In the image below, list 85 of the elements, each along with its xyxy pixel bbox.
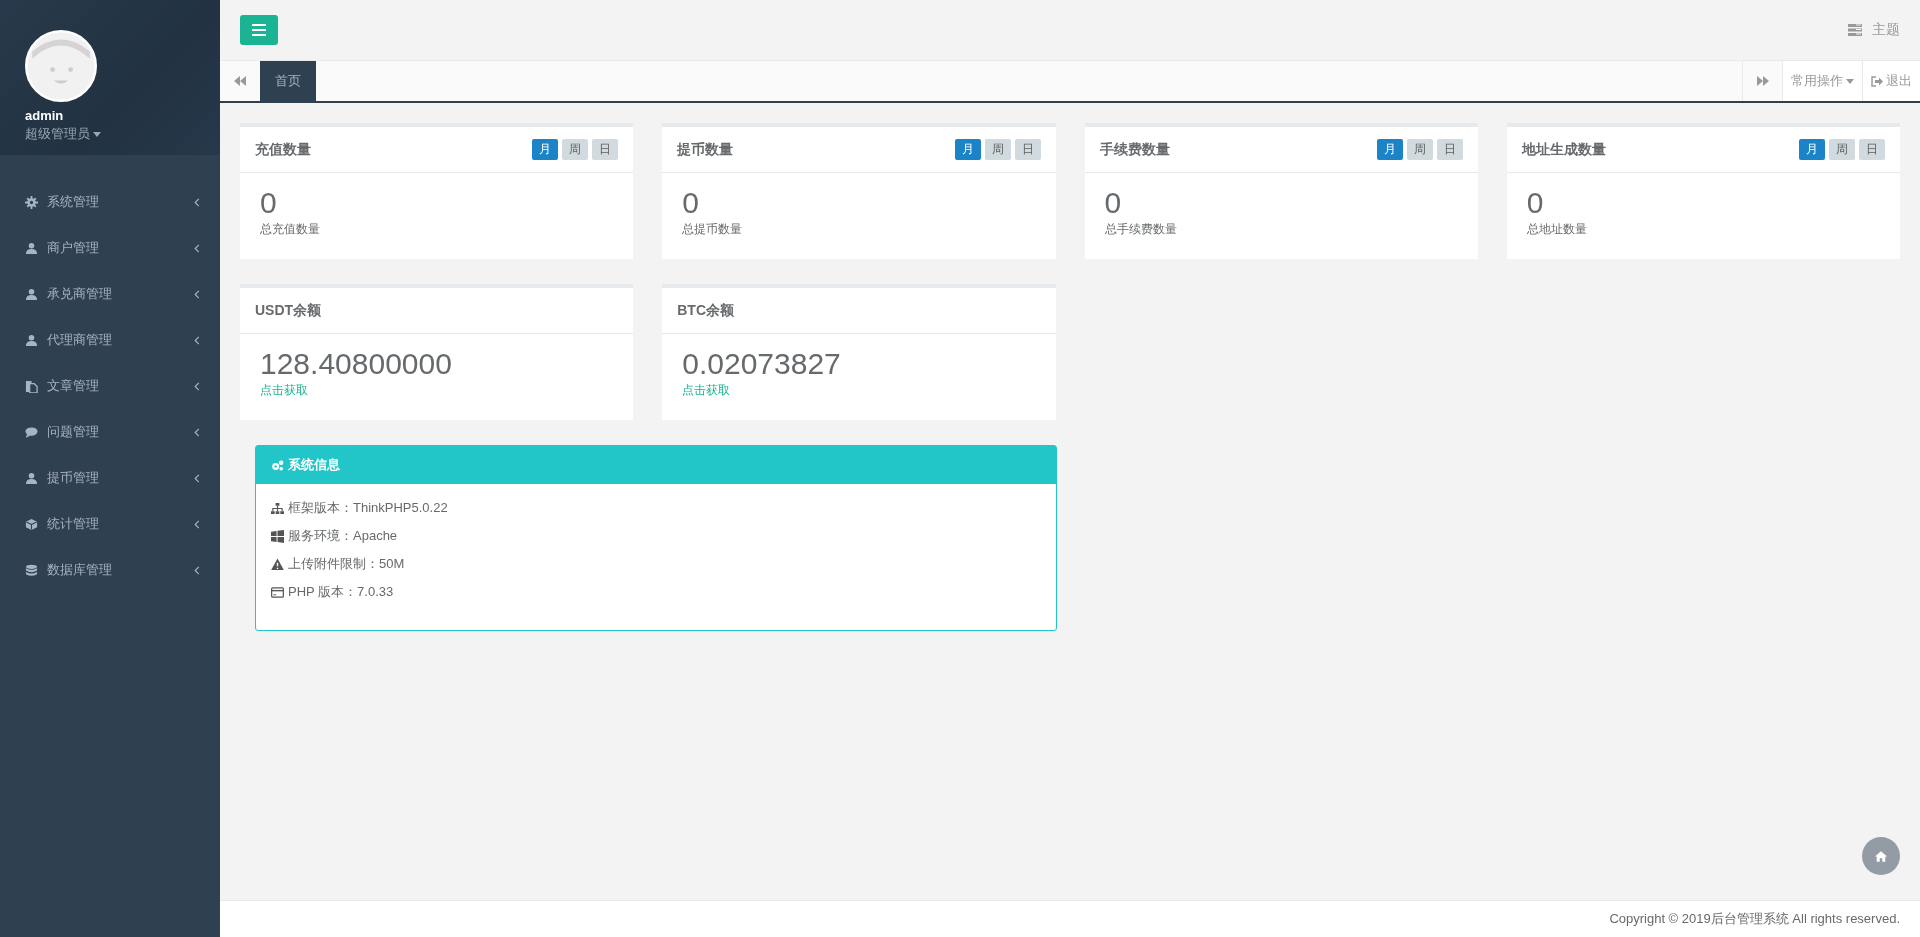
sign-out-icon [1871, 75, 1883, 87]
info-text: 服务环境：Apache [288, 527, 398, 545]
stat-value: 0 [1526, 187, 1544, 219]
info-text: PHP 版本：7.0.33 [288, 583, 394, 601]
caret-icon [1846, 78, 1854, 84]
user-icon [25, 333, 38, 347]
period-button[interactable]: 周 [1829, 139, 1855, 160]
menu-item[interactable]: 承兑商管理 [0, 271, 220, 317]
fetch-link[interactable]: 点击获取 [260, 382, 308, 399]
fetch-link[interactable]: 点击获取 [682, 382, 731, 399]
info-text: 框架版本：ThinkPHP5.0.22 [288, 499, 448, 517]
menu-item[interactable]: 提币管理 [0, 455, 220, 501]
menu-item[interactable]: 代理商管理 [0, 317, 220, 363]
windows-icon [271, 529, 284, 543]
chevron-left-icon [194, 335, 200, 345]
stat-value: 0 [260, 187, 277, 219]
balance-value: 0.02073827 [682, 348, 841, 380]
warning-icon [271, 557, 284, 571]
card-title: 提币数量 [677, 140, 734, 159]
balance-value: 128.40800000 [260, 348, 452, 380]
panel-title: 系统信息 [288, 456, 340, 474]
card-title: 地址生成数量 [1521, 140, 1606, 159]
home-button[interactable] [1862, 837, 1900, 875]
stat-caption: 总手续费数量 [1104, 221, 1177, 238]
theme-link[interactable]: 主题 [1848, 21, 1900, 39]
common-operations-dropdown[interactable]: 常用操作 [1782, 61, 1862, 101]
user-name: admin [25, 108, 64, 123]
gears-icon [271, 459, 284, 471]
backward-icon [234, 76, 246, 86]
role-dropdown[interactable]: 超级管理员 [25, 125, 101, 143]
user-icon [25, 287, 38, 301]
cube-icon [25, 517, 38, 531]
copyright-text: Copyright © 2019后台管理系统 All rights reserved. [1609, 910, 1900, 928]
period-button[interactable]: 日 [592, 139, 619, 160]
menu-button[interactable] [240, 15, 278, 45]
chevron-left-icon [194, 381, 200, 391]
card-title: USDT余额 [255, 301, 322, 320]
info-text: 上传附件限制：50M [288, 555, 405, 573]
period-button[interactable]: 周 [562, 139, 589, 160]
forward-icon [1756, 76, 1769, 86]
menu-item[interactable]: 统计管理 [0, 501, 220, 547]
menu-item[interactable]: 文章管理 [0, 363, 220, 409]
chevron-left-icon [194, 243, 200, 253]
stat-caption: 总提币数量 [682, 221, 743, 238]
menu-item[interactable]: 问题管理 [0, 409, 220, 455]
period-button[interactable]: 月 [1376, 139, 1403, 160]
copy-icon [25, 379, 38, 393]
stat-caption: 总充值数量 [260, 221, 320, 238]
user-icon [25, 241, 38, 255]
period-button[interactable]: 日 [1436, 139, 1463, 160]
chevron-left-icon [194, 289, 200, 299]
period-button[interactable]: 日 [1859, 139, 1885, 160]
gear-icon [25, 195, 38, 209]
chevron-left-icon [194, 427, 200, 437]
period-button[interactable]: 月 [954, 139, 981, 160]
menu-item[interactable]: 数据库管理 [0, 547, 220, 593]
stat-caption: 总地址数量 [1526, 221, 1587, 238]
list-icon [1848, 24, 1862, 36]
card-icon [271, 585, 284, 599]
database-icon [25, 563, 38, 577]
menu-icon [252, 24, 266, 36]
period-button[interactable]: 月 [532, 139, 559, 160]
card-title: BTC余额 [677, 301, 735, 320]
chevron-left-icon [194, 519, 200, 529]
comment-icon [25, 425, 38, 439]
caret-icon [93, 131, 101, 137]
chevron-left-icon [194, 565, 200, 575]
avatar-icon [25, 30, 97, 102]
logout-link[interactable]: 退出 [1862, 61, 1920, 101]
menu-item[interactable]: 商户管理 [0, 225, 220, 271]
sitemap-icon [271, 501, 284, 515]
menu-item[interactable]: 系统管理 [0, 179, 220, 225]
home-icon [1875, 850, 1887, 862]
stat-value: 0 [1104, 187, 1122, 219]
period-button[interactable]: 周 [984, 139, 1011, 160]
period-button[interactable]: 日 [1014, 139, 1041, 160]
card-title: 充值数量 [255, 140, 311, 159]
period-button[interactable]: 月 [1799, 139, 1825, 160]
page-tab[interactable]: 首页 [260, 61, 316, 101]
user-icon [25, 471, 38, 485]
chevron-left-icon [194, 473, 200, 483]
card-title: 手续费数量 [1099, 140, 1170, 159]
period-button[interactable]: 周 [1406, 139, 1433, 160]
stat-value: 0 [682, 187, 699, 219]
chevron-left-icon [194, 197, 200, 207]
